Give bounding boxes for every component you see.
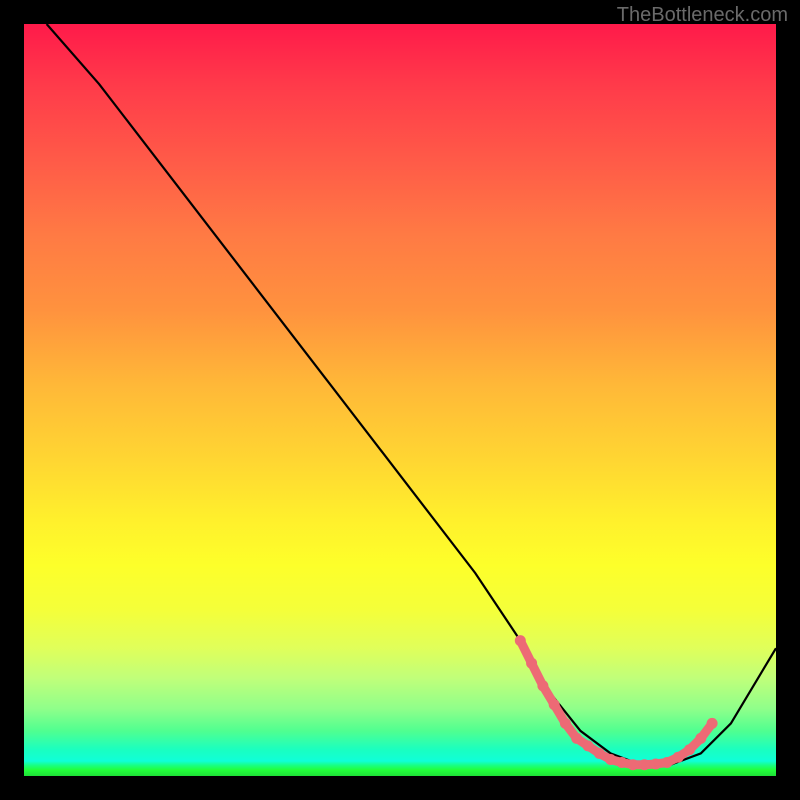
optimal-range-marker bbox=[684, 744, 695, 755]
bottleneck-curve-line bbox=[47, 24, 776, 765]
optimal-range-marker bbox=[537, 680, 548, 691]
bottleneck-curve-svg bbox=[24, 24, 776, 776]
chart-plot-area bbox=[24, 24, 776, 776]
optimal-range-marker bbox=[526, 658, 537, 669]
optimal-range-markers bbox=[515, 635, 718, 770]
optimal-range-marker bbox=[560, 718, 571, 729]
optimal-range-marker bbox=[605, 754, 616, 765]
optimal-range-marker bbox=[673, 752, 684, 763]
optimal-range-marker bbox=[650, 759, 661, 770]
optimal-range-marker bbox=[707, 718, 718, 729]
optimal-range-marker bbox=[695, 733, 706, 744]
optimal-range-marker bbox=[515, 635, 526, 646]
optimal-range-marker bbox=[639, 759, 650, 770]
optimal-range-marker bbox=[594, 748, 605, 759]
optimal-range-marker bbox=[549, 699, 560, 710]
optimal-range-marker bbox=[662, 757, 673, 768]
optimal-range-marker bbox=[571, 733, 582, 744]
attribution-text: TheBottleneck.com bbox=[617, 4, 788, 27]
optimal-range-marker bbox=[583, 740, 594, 751]
optimal-range-marker bbox=[616, 757, 627, 768]
optimal-range-marker bbox=[628, 759, 639, 770]
